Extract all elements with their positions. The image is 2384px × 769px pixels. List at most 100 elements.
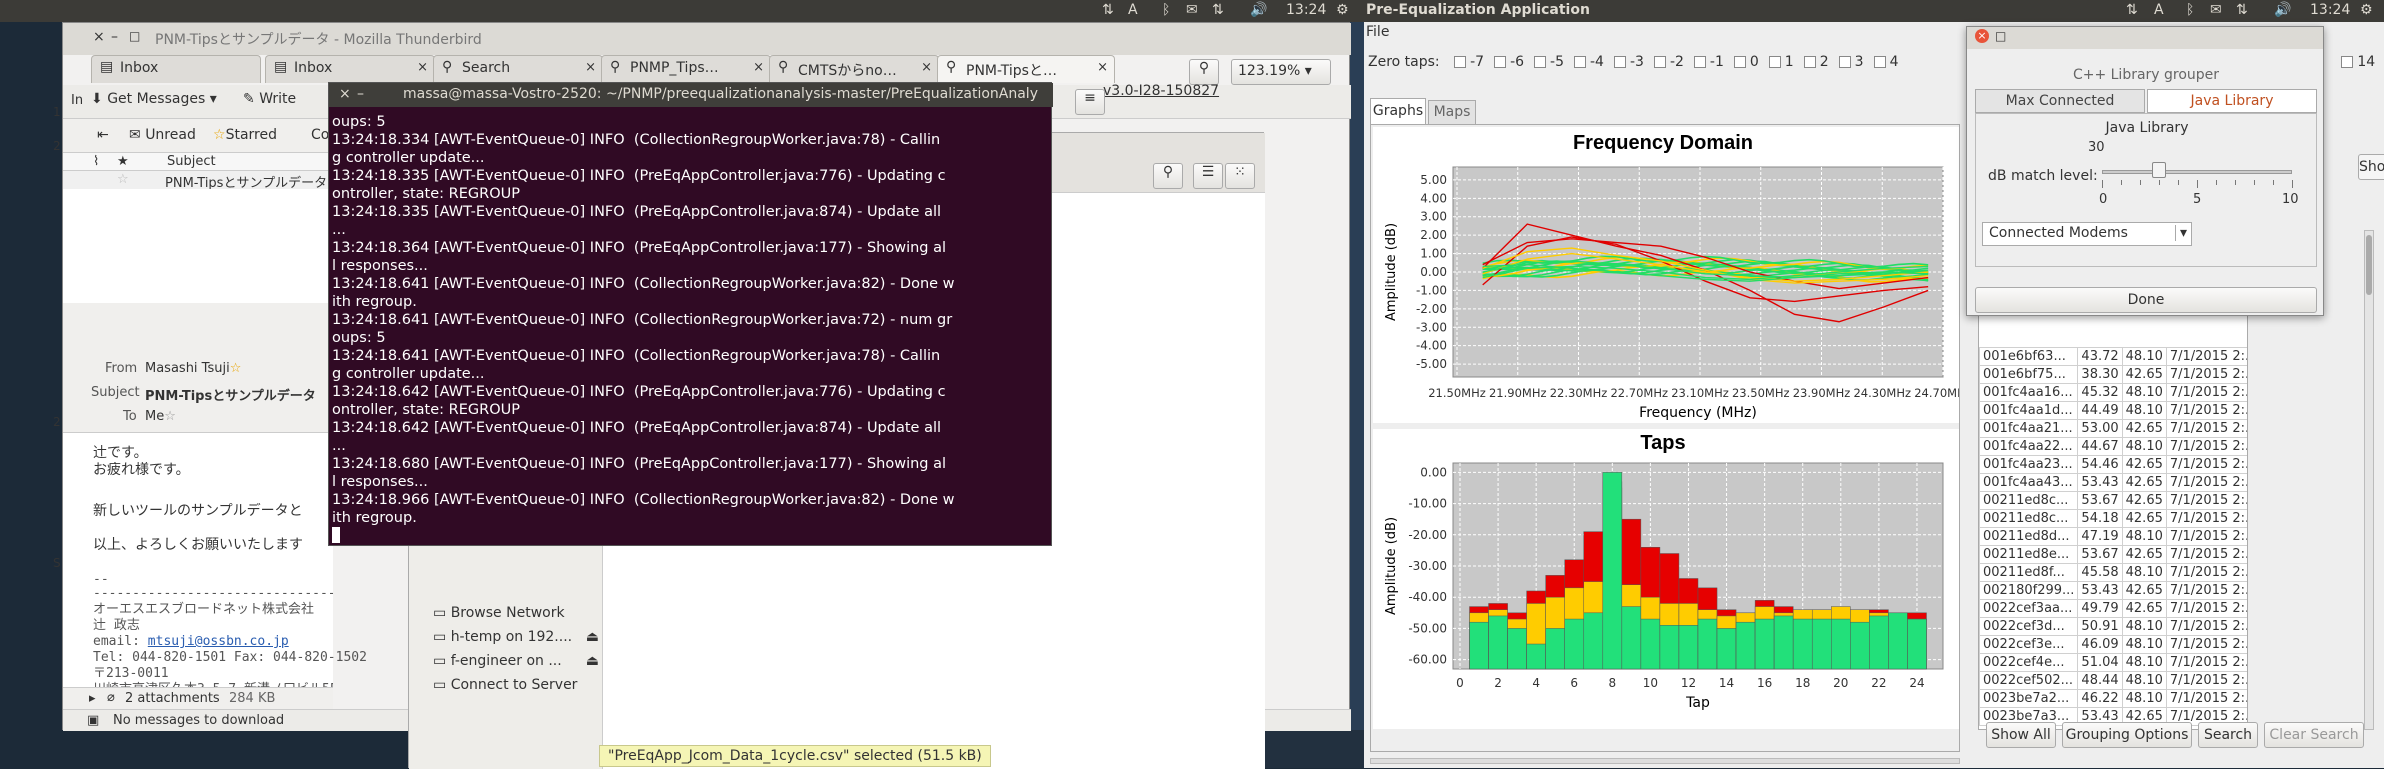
eject-icon[interactable]: ⏏ — [586, 629, 599, 645]
mail-icon[interactable]: ✉ — [1186, 2, 1198, 18]
table-row[interactable]: 0023be7a2...46.2248.107/1/2015 2:... — [1979, 689, 2247, 708]
table-row[interactable]: 00211ed8d...47.1948.107/1/2015 2:... — [1979, 527, 2247, 546]
close-tab-icon[interactable]: × — [417, 60, 428, 75]
table-row[interactable]: 002180f299...53.4342.657/1/2015 2:... — [1979, 581, 2247, 600]
zero-tap-checkbox[interactable] — [1838, 56, 1851, 68]
network-icon[interactable]: ⇅ — [1212, 2, 1224, 18]
close-tab-icon[interactable]: × — [585, 60, 596, 75]
zero-tap-option[interactable]: -1 — [1693, 54, 1724, 70]
from-value[interactable]: Masashi Tsuji☆ — [145, 361, 241, 376]
message-row[interactable]: ☆ PNM-Tipsとサンプルデータ — [63, 171, 333, 189]
zero-tap-checkbox[interactable] — [1653, 56, 1666, 68]
get-messages-button[interactable]: ⬇ Get Messages ▾ — [91, 91, 217, 115]
grouping-options-button[interactable]: Grouping Options — [2062, 722, 2192, 748]
list-view-button[interactable]: ☰ — [1193, 163, 1223, 189]
place-browse-network[interactable]: ▭ Browse Network — [433, 605, 565, 621]
vertical-scrollbar[interactable] — [2364, 230, 2374, 730]
star-column-icon[interactable]: ★ — [117, 154, 129, 169]
grid-view-button[interactable]: ⁙ — [1225, 163, 1255, 189]
zero-tap-checkbox[interactable] — [1733, 56, 1746, 68]
zero-tap-checkbox[interactable] — [1768, 56, 1781, 68]
table-row[interactable]: 001e6bf63...43.7248.107/1/2015 2:... — [1979, 347, 2247, 366]
expand-icon[interactable]: ▸ — [89, 691, 96, 706]
zero-tap-checkbox[interactable] — [1574, 56, 1586, 68]
zero-tap-checkbox[interactable] — [1873, 56, 1886, 68]
tab-java-library[interactable]: Java Library — [2147, 89, 2317, 113]
table-row[interactable]: 00211ed8e...53.6742.657/1/2015 2:... — [1979, 545, 2247, 564]
email-link[interactable]: mtsuji@ossbn.co.jp — [148, 634, 289, 649]
zero-tap-checkbox[interactable] — [1454, 56, 1467, 68]
table-row[interactable]: 001fc4aa1d...44.4948.107/1/2015 2:... — [1979, 401, 2247, 420]
table-row[interactable]: 00211ed8c...53.6742.657/1/2015 2:... — [1979, 491, 2247, 510]
modem-table[interactable]: 001e6bf63...43.7248.107/1/2015 2:...001e… — [1979, 347, 2247, 726]
show-all-button[interactable]: Show All — [1986, 722, 2056, 748]
volume-icon[interactable]: 🔊 — [2274, 2, 2291, 18]
table-row[interactable]: 001e6bf75...38.3042.657/1/2015 2:... — [1979, 365, 2247, 384]
thread-icon[interactable]: ⌇ — [93, 154, 99, 169]
slider-track[interactable] — [2102, 170, 2292, 174]
bluetooth-icon[interactable]: ᛒ — [2186, 2, 2194, 18]
zero-tap-option[interactable]: 4 — [1873, 54, 1898, 70]
zero-tap-option[interactable]: -5 — [1534, 54, 1564, 70]
bottom-scroll[interactable] — [1370, 758, 1960, 764]
modem-select[interactable]: Connected Modems ▾ — [1982, 222, 2192, 246]
write-button[interactable]: ✎ Write — [243, 91, 296, 115]
close-icon[interactable]: × — [339, 86, 351, 102]
tab-pnm-tips[interactable]: ⚲ PNM-Tipsと… × — [937, 55, 1115, 83]
star-icon[interactable]: ☆ — [164, 409, 176, 424]
zero-tap-option[interactable]: 1 — [1768, 54, 1794, 70]
zero-tap-option[interactable]: -3 — [1613, 54, 1644, 70]
zero-tap-checkbox[interactable] — [1803, 56, 1816, 68]
table-row[interactable]: 0022cef502...48.4448.107/1/2015 2:... — [1979, 671, 2247, 690]
terminal-output[interactable]: oups: 5 13:24:18.334 [AWT-EventQueue-0] I… — [332, 113, 1050, 543]
zero-tap-14-checkbox[interactable] — [2341, 56, 2354, 68]
table-row[interactable]: 00211ed8f...45.5848.107/1/2015 2:... — [1979, 563, 2247, 582]
tab-pnmp-tips[interactable]: ⚲ PNMP_Tips… × — [601, 55, 771, 83]
mail-icon[interactable]: ✉ — [2210, 2, 2222, 18]
zero-tap-checkbox[interactable] — [1693, 56, 1706, 68]
place-connect-server[interactable]: ▭ Connect to Server — [433, 677, 577, 693]
table-row[interactable]: 00211ed8c...54.1842.657/1/2015 2:... — [1979, 509, 2247, 528]
zero-tap-option[interactable]: -6 — [1494, 54, 1524, 70]
minimize-icon[interactable]: – — [111, 29, 118, 45]
table-row[interactable]: 0022cef3e...46.0948.107/1/2015 2:... — [1979, 635, 2247, 654]
place-f-engineer[interactable]: ▭ f-engineer on ... ⏏ — [433, 653, 601, 669]
table-row[interactable]: 001fc4aa22...44.6748.107/1/2015 2:... — [1979, 437, 2247, 456]
zero-tap-checkbox[interactable] — [1534, 56, 1547, 68]
table-row[interactable]: 0022cef3d...50.9148.107/1/2015 2:... — [1979, 617, 2247, 636]
zero-tap-option[interactable]: -7 — [1454, 54, 1484, 70]
keyboard-icon[interactable]: A — [1128, 2, 1138, 18]
zoom-select[interactable]: 123.19% ▾ — [1231, 59, 1331, 85]
maximize-icon[interactable]: □ — [1995, 29, 2006, 43]
search-button[interactable]: ⚲ — [1153, 163, 1183, 189]
file-menu[interactable]: File — [1366, 24, 1389, 40]
bluetooth-icon[interactable]: ᛒ — [1162, 2, 1170, 18]
place-h-temp[interactable]: ▭ h-temp on 192.... ⏏ — [433, 629, 601, 645]
zero-tap-option[interactable]: 0 — [1733, 54, 1759, 70]
table-row[interactable]: 0022cef4e...51.0448.107/1/2015 2:... — [1979, 653, 2247, 672]
table-row[interactable]: 0022cef3aa...49.7942.657/1/2015 2:... — [1979, 599, 2247, 618]
volume-icon[interactable]: 🔊 — [1250, 2, 1267, 18]
clock[interactable]: 13:24 — [2310, 2, 2350, 18]
sort-icon[interactable]: ⇅ — [2126, 2, 2138, 18]
activity-icon[interactable]: ▣ — [87, 713, 99, 728]
search-button[interactable]: ⚲ — [1189, 59, 1219, 85]
table-row[interactable]: 001fc4aa16...45.3248.107/1/2015 2:... — [1979, 383, 2247, 402]
show-button[interactable]: Show — [2358, 154, 2384, 180]
tab-cmts[interactable]: ⚲ CMTSからno… × — [769, 55, 939, 83]
starred-filter[interactable]: ☆Starred — [213, 127, 277, 143]
attachments-bar[interactable]: ▸ ⌀ 2 attachments 284 KB — [63, 687, 333, 709]
network-icon[interactable]: ⇅ — [2236, 2, 2248, 18]
tab-graphs[interactable]: Graphs — [1370, 98, 1426, 124]
star-icon[interactable]: ☆ — [117, 172, 129, 187]
slider-thumb[interactable] — [2152, 162, 2166, 178]
close-tab-icon[interactable]: × — [753, 60, 764, 75]
tab-maps[interactable]: Maps — [1428, 100, 1476, 124]
maximize-icon[interactable]: □ — [129, 29, 140, 43]
tab-inbox-2[interactable]: ▤ Inbox × — [265, 55, 435, 83]
table-row[interactable]: 001fc4aa23...54.4642.657/1/2015 2:... — [1979, 455, 2247, 474]
gear-icon[interactable]: ⚙ — [1336, 2, 1349, 18]
close-tab-icon[interactable]: × — [921, 60, 932, 75]
clear-search-button[interactable]: Clear Search — [2264, 722, 2364, 748]
subject-column[interactable]: Subject — [167, 154, 216, 169]
